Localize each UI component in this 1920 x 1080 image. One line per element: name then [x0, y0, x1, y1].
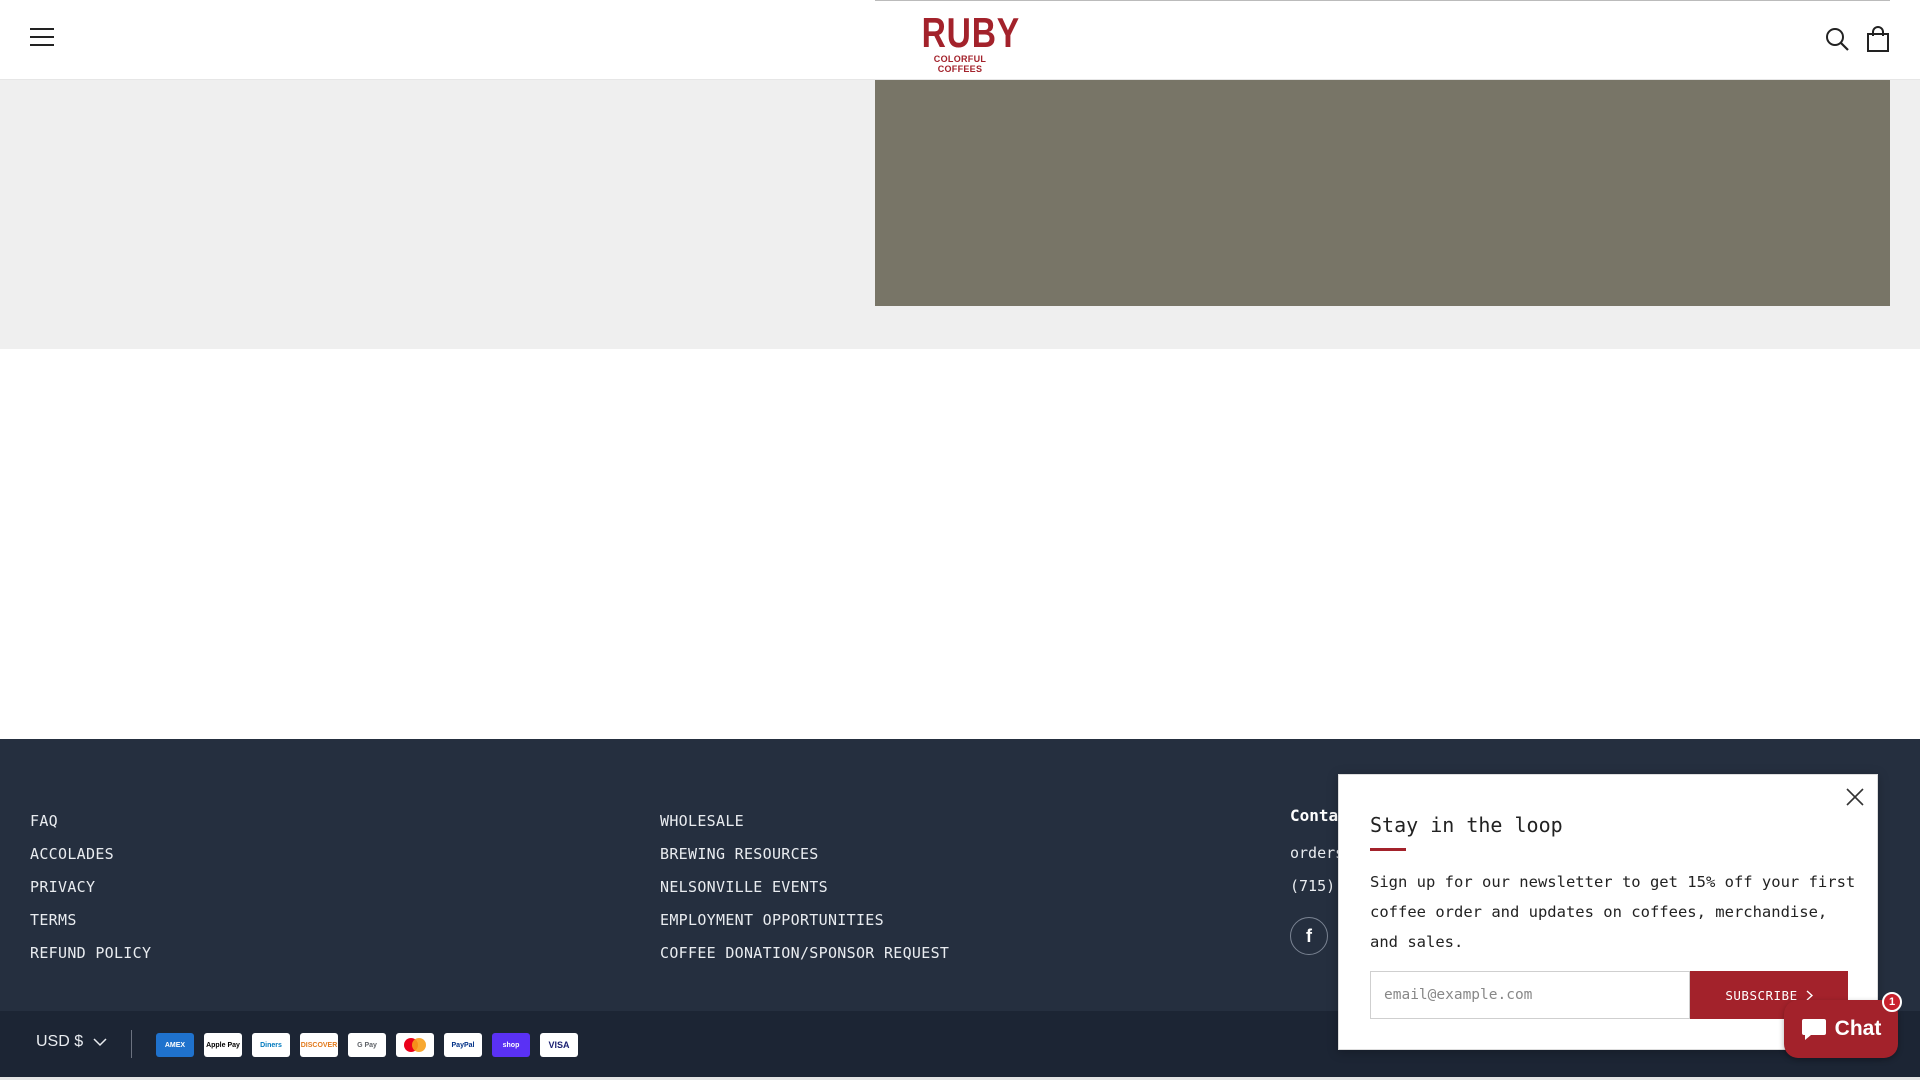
amex-icon: AMEX	[156, 1033, 194, 1057]
hero-image	[875, 80, 1890, 306]
currency-label: USD $	[36, 1033, 84, 1050]
currency-selector[interactable]: USD $	[36, 1033, 107, 1051]
mastercard-icon	[396, 1033, 434, 1057]
payment-icons: AMEX Apple Pay Diners DISCOVER G Pay Pay…	[156, 1033, 578, 1057]
chat-bubble-icon	[1801, 1019, 1826, 1040]
footer-links-secondary: WHOLESALE BREWING RESOURCES NELSONVILLE …	[660, 805, 949, 970]
chat-notification-badge: 1	[1882, 992, 1902, 1012]
chevron-down-icon	[93, 1037, 107, 1046]
site-header: RUBY COLORFUL COFFEES	[0, 0, 1920, 80]
footer-link-nelsonville-events[interactable]: NELSONVILLE EVENTS	[660, 871, 949, 904]
menu-icon[interactable]	[30, 28, 54, 48]
footer-link-accolades[interactable]: ACCOLADES	[30, 838, 151, 871]
paypal-icon: PayPal	[444, 1033, 482, 1057]
contact-email[interactable]: orders	[1290, 837, 1344, 870]
logo[interactable]: RUBY COLORFUL COFFEES	[912, 9, 1021, 75]
footer-link-terms[interactable]: TERMS	[30, 904, 151, 937]
footer-link-faq[interactable]: FAQ	[30, 805, 151, 838]
footer-link-employment[interactable]: EMPLOYMENT OPPORTUNITIES	[660, 904, 949, 937]
email-field[interactable]	[1370, 971, 1690, 1019]
shop-pay-icon: shop	[492, 1033, 530, 1057]
popup-title: Stay in the loop	[1370, 813, 1563, 837]
popup-title-underline	[1370, 848, 1406, 851]
footer-link-refund-policy[interactable]: REFUND POLICY	[30, 937, 151, 970]
contact-phone[interactable]: (715)	[1290, 870, 1344, 903]
chat-label: Chat	[1834, 1017, 1882, 1040]
footer-link-brewing-resources[interactable]: BREWING RESOURCES	[660, 838, 949, 871]
footer-contact: Conta orders (715) f	[1290, 805, 1344, 955]
google-pay-icon: G Pay	[348, 1033, 386, 1057]
logo-tagline: COLORFUL COFFEES	[933, 54, 987, 74]
logo-wordmark: RUBY	[921, 9, 1021, 56]
contact-heading: Conta	[1290, 806, 1339, 825]
visa-icon: VISA	[540, 1033, 578, 1057]
facebook-icon[interactable]: f	[1290, 917, 1328, 955]
apple-pay-icon: Apple Pay	[204, 1033, 242, 1057]
discover-icon: DISCOVER	[300, 1033, 338, 1057]
footer-divider	[131, 1030, 132, 1058]
search-icon[interactable]	[1824, 26, 1850, 56]
footer-links-primary: FAQ ACCOLADES PRIVACY TERMS REFUND POLIC…	[30, 805, 151, 970]
hero-top-border	[875, 0, 1890, 1]
chevron-right-icon	[1806, 989, 1813, 1001]
popup-description: Sign up for our newsletter to get 15% of…	[1370, 873, 1856, 951]
chat-button[interactable]: Chat 1	[1784, 992, 1902, 1058]
footer-link-donation-request[interactable]: COFFEE DONATION/SPONSOR REQUEST	[660, 937, 949, 970]
cart-icon[interactable]	[1866, 26, 1890, 56]
close-icon[interactable]	[1843, 785, 1867, 809]
footer-link-wholesale[interactable]: WHOLESALE	[660, 805, 949, 838]
footer-link-privacy[interactable]: PRIVACY	[30, 871, 151, 904]
diners-club-icon: Diners	[252, 1033, 290, 1057]
subscribe-label: SUBSCRIBE	[1725, 987, 1798, 1003]
